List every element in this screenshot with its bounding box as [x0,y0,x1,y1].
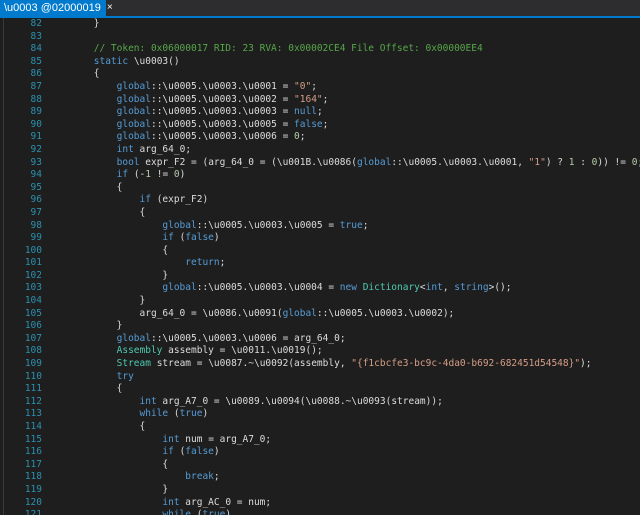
code-line[interactable]: int arg_64_0; [48,144,640,157]
code-line[interactable]: { [48,383,640,396]
code-line[interactable]: { [48,182,640,195]
line-number: 102 [24,269,42,281]
line-number: 110 [24,370,42,382]
code-line[interactable]: try [48,371,640,384]
line-number: 103 [24,282,42,294]
line-number: 92 [30,143,42,155]
line-number: 109 [24,358,42,370]
code-line[interactable]: } [48,320,640,333]
code-lines[interactable]: } // Token: 0x06000017 RID: 23 RVA: 0x00… [48,18,640,515]
code-line[interactable]: global::\u0005.\u0003.\u0005 = true; [48,220,640,233]
line-number: 121 [24,509,42,515]
line-number: 93 [30,156,42,168]
code-line[interactable]: global::\u0005.\u0003.\u0003 = null; [48,106,640,119]
tab-label: \u0003 @02000019 [4,2,101,14]
code-line[interactable]: int arg_AC_0 = num; [48,497,640,510]
code-line[interactable] [48,31,640,44]
line-number: 85 [30,55,42,67]
code-editor[interactable]: 82 83 84 85 86 87 88 89 90 91 92 93 94 95 96 97 98 99 100 1… [0,18,640,515]
code-line[interactable]: global::\u0005.\u0003.\u0001 = "0"; [48,81,640,94]
code-line[interactable]: } [48,295,640,308]
code-line[interactable]: { [48,68,640,81]
line-number: 97 [30,206,42,218]
line-number: 84 [30,43,42,55]
line-number: 112 [24,395,42,407]
line-number: 120 [24,496,42,508]
line-number: 91 [30,131,42,143]
line-number: 101 [24,257,42,269]
fold-guide [3,18,4,515]
code-line[interactable]: } [48,484,640,497]
code-line[interactable]: int num = arg_A7_0; [48,434,640,447]
code-line[interactable]: if (expr_F2) [48,194,640,207]
code-line[interactable]: Assembly assembly = \u0011.\u0019(); [48,345,640,358]
line-number: 111 [24,383,42,395]
line-number: 117 [24,458,42,470]
line-number: 106 [24,320,42,332]
code-line[interactable]: break; [48,471,640,484]
code-line[interactable]: Stream stream = \u0087.~\u0092(assembly,… [48,358,640,371]
line-number: 107 [24,332,42,344]
line-number: 95 [30,181,42,193]
line-number: 118 [24,471,42,483]
code-line[interactable]: global::\u0005.\u0003.\u0005 = false; [48,119,640,132]
code-line[interactable]: while (true) [48,509,640,515]
close-icon[interactable]: × [107,3,113,13]
line-number: 87 [30,80,42,92]
code-line[interactable]: while (true) [48,408,640,421]
code-line[interactable]: bool expr_F2 = (arg_64_0 = (\u001B.\u008… [48,157,640,170]
code-line[interactable]: global::\u0005.\u0003.\u0006 = arg_64_0; [48,333,640,346]
line-number: 99 [30,232,42,244]
code-line[interactable]: { [48,207,640,220]
code-line[interactable]: // Token: 0x06000017 RID: 23 RVA: 0x0000… [48,43,640,56]
line-number: 119 [24,483,42,495]
line-number: 86 [30,68,42,80]
code-line[interactable]: } [48,18,640,31]
tab-u0003[interactable]: \u0003 @02000019 × [0,0,113,16]
line-number: 115 [24,433,42,445]
line-number: 116 [24,446,42,458]
line-number: 114 [24,421,42,432]
code-line[interactable]: return; [48,257,640,270]
code-line[interactable]: global::\u0005.\u0003.\u0004 = new Dicti… [48,282,640,295]
code-line[interactable]: int arg_A7_0 = \u0089.\u0094(\u0088.~\u0… [48,396,640,409]
code-line[interactable]: { [48,459,640,472]
code-line[interactable]: global::\u0005.\u0003.\u0002 = "164"; [48,94,640,107]
line-number: 83 [30,30,42,42]
code-line[interactable]: global::\u0005.\u0003.\u0006 = 0; [48,131,640,144]
line-number: 104 [24,295,42,307]
line-number: 98 [30,219,42,231]
line-number: 82 [30,18,42,29]
line-number: 105 [24,307,42,319]
line-number: 88 [30,93,42,105]
line-number: 96 [30,194,42,206]
code-line[interactable]: if (false) [48,446,640,459]
code-line[interactable]: arg_64_0 = \u0086.\u0091(global::\u0005.… [48,308,640,321]
code-line[interactable]: if (-1 != 0) [48,169,640,182]
line-number: 89 [30,106,42,118]
code-line[interactable]: } [48,270,640,283]
tab-bar: \u0003 @02000019 × [0,0,640,18]
line-number: 108 [24,345,42,357]
line-number: 90 [30,118,42,130]
code-line[interactable]: static \u0003() [48,56,640,69]
line-number: 94 [30,169,42,181]
line-number-gutter: 82 83 84 85 86 87 88 89 90 91 92 93 94 95 96 97 98 99 100 1… [8,18,42,515]
line-number: 113 [24,408,42,420]
line-number: 100 [24,244,42,256]
code-line[interactable]: if (false) [48,232,640,245]
fold-margin[interactable] [0,18,8,515]
code-line[interactable]: { [48,245,640,258]
code-line[interactable]: { [48,421,640,434]
